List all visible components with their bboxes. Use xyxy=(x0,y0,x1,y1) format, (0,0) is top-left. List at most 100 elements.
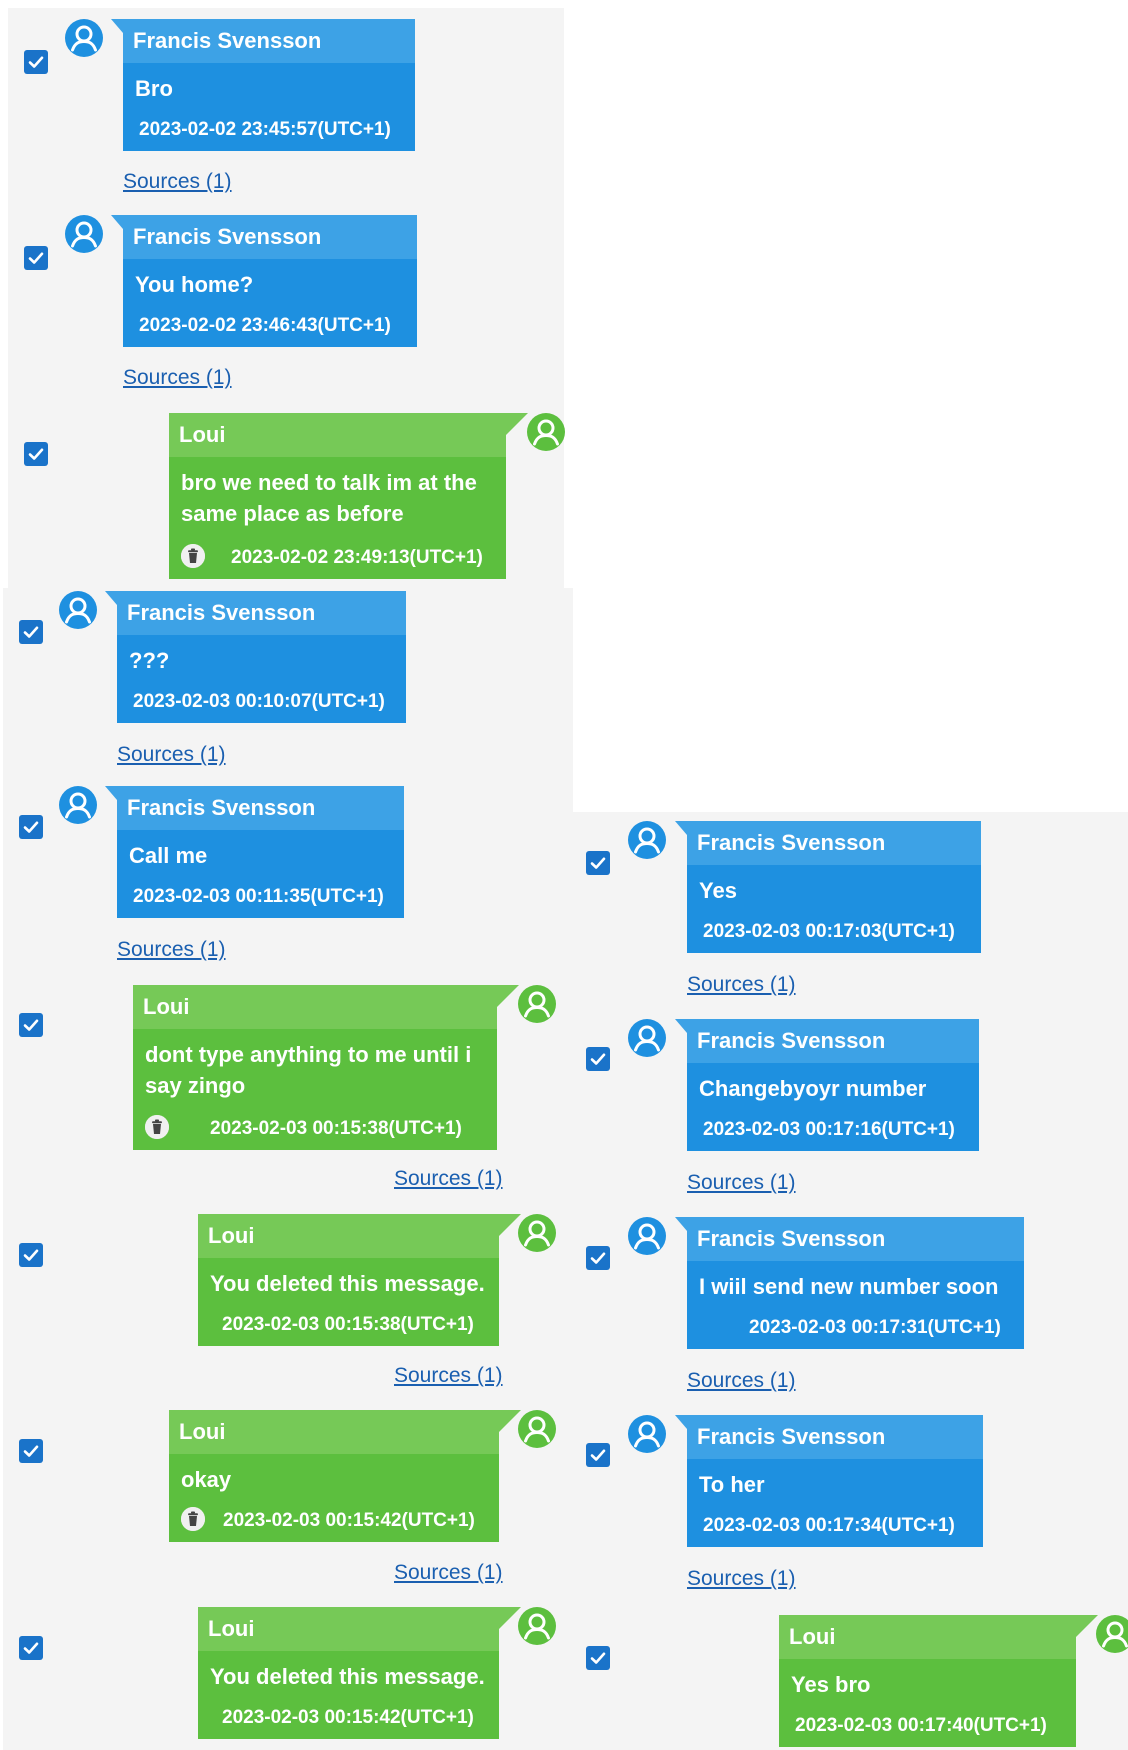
message-timestamp: 2023-02-03 00:10:07(UTC+1) xyxy=(133,691,385,712)
user-avatar-icon xyxy=(628,1415,666,1453)
select-message-checkbox[interactable] xyxy=(19,1243,43,1267)
sender-name: Francis Svensson xyxy=(687,1415,983,1459)
bubble-tail xyxy=(1076,1615,1098,1637)
sender-name: Francis Svensson xyxy=(123,215,417,259)
sender-name: Francis Svensson xyxy=(123,19,415,63)
bubble-tail xyxy=(105,786,117,800)
message-text: Call me xyxy=(129,843,208,868)
sources-link[interactable]: Sources (1) xyxy=(394,1561,503,1585)
message-timestamp: 2023-02-03 00:15:42(UTC+1) xyxy=(223,1510,475,1531)
message-timestamp: 2023-02-03 00:11:35(UTC+1) xyxy=(133,886,384,907)
select-message-checkbox[interactable] xyxy=(19,620,43,644)
sources-link[interactable]: Sources (1) xyxy=(394,1167,503,1191)
message-timestamp: 2023-02-03 00:17:34(UTC+1) xyxy=(703,1515,955,1536)
sources-link[interactable]: Sources (1) xyxy=(687,1567,796,1591)
message-timestamp: 2023-02-03 00:17:03(UTC+1) xyxy=(703,921,955,942)
message-timestamp: 2023-02-03 00:17:16(UTC+1) xyxy=(703,1119,955,1140)
outgoing-message-bubble: Loui okay 2023-02-03 00:15:42(UTC+1) xyxy=(169,1410,521,1542)
message-timestamp: 2023-02-02 23:46:43(UTC+1) xyxy=(139,315,391,336)
user-avatar-icon xyxy=(518,985,556,1023)
message-timestamp: 2023-02-03 00:15:38(UTC+1) xyxy=(222,1314,474,1335)
incoming-message-bubble: Francis Svensson Changebyoyr number 2023-0… xyxy=(675,1019,979,1151)
message-text: bro we need to talk im at the same place… xyxy=(181,470,477,526)
bubble-tail xyxy=(675,1415,687,1429)
message-text: Yes bro xyxy=(791,1672,871,1697)
message-timestamp: 2023-02-03 00:17:40(UTC+1) xyxy=(795,1715,1047,1736)
select-message-checkbox[interactable] xyxy=(19,815,43,839)
sender-name: Loui xyxy=(198,1607,499,1651)
message-text: Changebyoyr number xyxy=(699,1076,927,1101)
message-text: ??? xyxy=(129,648,170,673)
sources-link[interactable]: Sources (1) xyxy=(117,938,226,962)
sender-name: Francis Svensson xyxy=(687,821,981,865)
select-message-checkbox[interactable] xyxy=(586,1443,610,1467)
outgoing-message-bubble: Loui You deleted this message. 2023-02-03 … xyxy=(198,1214,521,1346)
message-text: You home? xyxy=(135,272,254,297)
select-message-checkbox[interactable] xyxy=(586,1646,610,1670)
outgoing-message-bubble: Loui You deleted this message. 2023-02-03 … xyxy=(198,1607,521,1739)
sources-link[interactable]: Sources (1) xyxy=(687,973,796,997)
bubble-tail xyxy=(499,1607,521,1629)
outgoing-message-bubble: Loui dont type anything to me until i say… xyxy=(133,985,519,1150)
select-message-checkbox[interactable] xyxy=(19,1636,43,1660)
outgoing-message-bubble: Loui Yes bro 2023-02-03 00:17:40(UTC+1) xyxy=(779,1615,1098,1747)
message-text: Yes xyxy=(699,878,737,903)
select-message-checkbox[interactable] xyxy=(19,1013,43,1037)
user-avatar-icon xyxy=(518,1607,556,1645)
incoming-message-bubble: Francis Svensson Call me 2023-02-03 00:11:… xyxy=(105,786,404,918)
bubble-tail xyxy=(497,985,519,1007)
message-text: dont type anything to me until i say zin… xyxy=(145,1042,472,1098)
message-text: I wiil send new number soon xyxy=(699,1274,999,1299)
user-avatar-icon xyxy=(628,821,666,859)
sources-link[interactable]: Sources (1) xyxy=(687,1171,796,1195)
sender-name: Francis Svensson xyxy=(117,591,406,635)
message-timestamp: 2023-02-03 00:15:38(UTC+1) xyxy=(210,1118,462,1139)
incoming-message-bubble: Francis Svensson You home? 2023-02-02 23:4… xyxy=(111,215,417,347)
user-avatar-icon xyxy=(527,413,565,451)
sources-link[interactable]: Sources (1) xyxy=(117,743,226,767)
sender-name: Francis Svensson xyxy=(687,1217,1024,1261)
select-message-checkbox[interactable] xyxy=(586,851,610,875)
user-avatar-icon xyxy=(628,1019,666,1057)
trash-icon xyxy=(181,544,205,568)
sender-name: Loui xyxy=(133,985,497,1029)
bubble-tail xyxy=(111,19,123,33)
select-message-checkbox[interactable] xyxy=(24,50,48,74)
bubble-tail xyxy=(499,1214,521,1236)
bubble-tail xyxy=(675,821,687,835)
bubble-tail xyxy=(499,1410,521,1432)
user-avatar-icon xyxy=(518,1410,556,1448)
message-text: okay xyxy=(181,1467,232,1492)
message-text: You deleted this message. xyxy=(210,1271,485,1296)
user-avatar-icon xyxy=(59,591,97,629)
sender-name: Loui xyxy=(779,1615,1076,1659)
message-timestamp: 2023-02-02 23:49:13(UTC+1) xyxy=(231,547,483,568)
sender-name: Loui xyxy=(169,1410,499,1454)
message-text: To her xyxy=(699,1472,765,1497)
outgoing-message-bubble: Loui bro we need to talk im at the same p… xyxy=(169,413,528,579)
trash-icon xyxy=(145,1115,169,1139)
user-avatar-icon xyxy=(628,1217,666,1255)
bubble-tail xyxy=(675,1217,687,1231)
bubble-tail xyxy=(506,413,528,435)
select-message-checkbox[interactable] xyxy=(586,1246,610,1270)
user-avatar-icon xyxy=(518,1214,556,1252)
incoming-message-bubble: Francis Svensson Yes 2023-02-03 00:17:03(U… xyxy=(675,821,981,953)
user-avatar-icon xyxy=(1096,1615,1128,1653)
sources-link[interactable]: Sources (1) xyxy=(123,170,232,194)
sources-link[interactable]: Sources (1) xyxy=(123,366,232,390)
select-message-checkbox[interactable] xyxy=(19,1439,43,1463)
incoming-message-bubble: Francis Svensson Bro 2023-02-02 23:45:57(U… xyxy=(111,19,415,151)
sender-name: Francis Svensson xyxy=(687,1019,979,1063)
select-message-checkbox[interactable] xyxy=(586,1047,610,1071)
message-timestamp: 2023-02-02 23:45:57(UTC+1) xyxy=(139,119,391,140)
incoming-message-bubble: Francis Svensson??? 2023-02-03 00:10:07(U… xyxy=(105,591,406,723)
trash-icon xyxy=(181,1507,205,1531)
sources-link[interactable]: Sources (1) xyxy=(394,1364,503,1388)
sender-name: Loui xyxy=(198,1214,499,1258)
bubble-tail xyxy=(111,215,123,229)
select-message-checkbox[interactable] xyxy=(24,246,48,270)
incoming-message-bubble: Francis Svensson To her 2023-02-03 00:17:3… xyxy=(675,1415,983,1547)
select-message-checkbox[interactable] xyxy=(24,442,48,466)
sources-link[interactable]: Sources (1) xyxy=(687,1369,796,1393)
